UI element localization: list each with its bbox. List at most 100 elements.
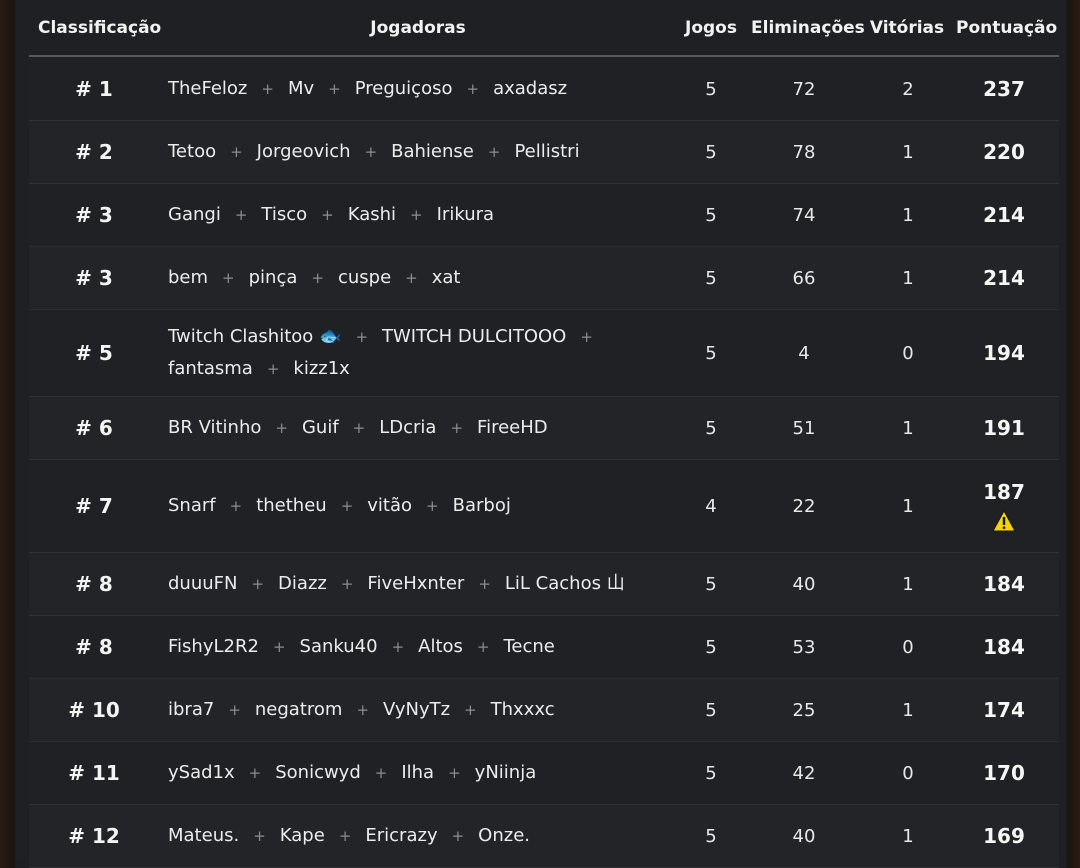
player-name: bem <box>168 267 209 288</box>
players-cell: Twitch Clashitoo 🐟 + TWITCH DULCITOOO + fant… <box>168 310 668 396</box>
player-name: FishyL2R2 <box>168 636 259 657</box>
games-cell: 5 <box>705 573 717 595</box>
plus-separator-icon: + <box>410 206 423 224</box>
player-name: TWITCH DULCITOOO <box>382 326 567 347</box>
players-cell: ibra7 + negatrom + VyNyTz + Thxxxc <box>168 679 668 741</box>
games-cell: 5 <box>705 78 717 100</box>
header-games[interactable]: Jogos <box>681 18 741 38</box>
wins-cell: 0 <box>902 636 914 658</box>
plus-separator-icon: + <box>338 827 352 845</box>
eliminations-cell: 42 <box>792 762 816 784</box>
table-row[interactable]: # 1 TheFeloz + Mv + Preguiçoso + axadasz 5 72 2 237 <box>29 58 1059 121</box>
games-cell: 5 <box>705 141 717 163</box>
player-name: Ericrazy <box>365 825 438 846</box>
table-row[interactable]: # 12 Mateus. + Kape + Ericrazy + Onze. 5 40 1 169 <box>29 805 1059 868</box>
player-name: VyNyTz <box>383 699 451 720</box>
player-name: fantasma <box>168 358 253 379</box>
points-value: 170 <box>983 761 1025 785</box>
eliminations-cell: 66 <box>792 267 816 289</box>
players-cell: Tetoo + Jorgeovich + Bahiense + Pellistri <box>168 121 668 183</box>
table-header: Classificação Jogadoras Jogos Eliminaçõe… <box>16 0 1066 56</box>
player-name: Sanku40 <box>299 636 378 657</box>
player-name: Sonicwyd <box>275 762 361 783</box>
player-name: duuuFN <box>168 573 238 594</box>
table-row[interactable]: # 2 Tetoo + Jorgeovich + Bahiense + Pellistri 5 7… <box>29 121 1059 184</box>
games-cell: 5 <box>705 267 717 289</box>
header-wins[interactable]: Vitórias <box>867 18 947 38</box>
table-row[interactable]: # 6 BR Vitinho + Guif + LDcria + FireeHD 5 51 1 191 <box>29 397 1059 460</box>
plus-separator-icon: + <box>355 328 369 346</box>
table-row[interactable]: # 5 Twitch Clashitoo 🐟 + TWITCH DULCITOOO + f… <box>29 310 1059 397</box>
player-name: Twitch Clashitoo 🐟 <box>168 326 342 347</box>
plus-separator-icon: + <box>448 764 461 782</box>
points-cell: 191 <box>961 397 1047 459</box>
table-row[interactable]: # 7 Snarf + thetheu + vitão + Barboj 4 22 1 187 <box>29 460 1059 553</box>
table-row[interactable]: # 3 bem + pinça + cuspe + xat 5 66 1 214 <box>29 247 1059 310</box>
plus-separator-icon: + <box>311 269 324 287</box>
player-name: xat <box>431 267 461 288</box>
table-row[interactable]: # 3 Gangi + Tisco + Kashi + Irikura 5 74 1 214 <box>29 184 1059 247</box>
player-name: Barboj <box>452 495 511 516</box>
players-cell: Gangi + Tisco + Kashi + Irikura <box>168 184 668 246</box>
wins-cell: 1 <box>902 204 914 226</box>
player-name: kizz1x <box>293 358 350 379</box>
plus-separator-icon: + <box>391 638 405 656</box>
player-name: Thxxxc <box>490 699 555 720</box>
player-name: ySad1x <box>168 762 235 783</box>
player-name: vitão <box>367 495 413 516</box>
plus-separator-icon: + <box>266 360 280 378</box>
player-name: Pellistri <box>514 141 580 162</box>
points-value: 194 <box>983 341 1025 365</box>
rank-cell: # 3 <box>75 266 113 290</box>
plus-separator-icon: + <box>248 764 262 782</box>
games-cell: 4 <box>705 495 717 517</box>
player-name: Mateus. <box>168 825 240 846</box>
player-name: LDcria <box>379 417 437 438</box>
header-rank[interactable]: Classificação <box>38 18 161 38</box>
warning-icon[interactable] <box>992 510 1016 532</box>
players-cell: TheFeloz + Mv + Preguiçoso + axadasz <box>168 58 668 120</box>
eliminations-cell: 72 <box>792 78 816 100</box>
games-cell: 5 <box>705 699 717 721</box>
plus-separator-icon: + <box>451 827 465 845</box>
rank-cell: # 2 <box>75 140 113 164</box>
plus-separator-icon: + <box>340 575 354 593</box>
players-cell: FishyL2R2 + Sanku40 + Altos + Tecne <box>168 616 668 678</box>
header-players[interactable]: Jogadoras <box>318 18 518 38</box>
players-cell: ySad1x + Sonicwyd + Ilha + yNiinja <box>168 742 668 804</box>
plus-separator-icon: + <box>364 143 378 161</box>
points-value: 214 <box>983 266 1025 290</box>
points-value: 174 <box>983 698 1025 722</box>
players-cell: bem + pinça + cuspe + xat <box>168 247 668 309</box>
table-row[interactable]: # 8 duuuFN + Diazz + FiveHxnter + LiL Cachos 山 5… <box>29 553 1059 616</box>
points-value: 184 <box>983 572 1025 596</box>
header-points[interactable]: Pontuação <box>956 18 1057 38</box>
eliminations-cell: 25 <box>792 699 816 721</box>
table-row[interactable]: # 10 ibra7 + negatrom + VyNyTz + Thxxxc 5 25 1 174 <box>29 679 1059 742</box>
player-name: Kashi <box>347 204 397 225</box>
games-cell: 5 <box>705 636 717 658</box>
header-eliminations[interactable]: Eliminações <box>751 18 865 38</box>
plus-separator-icon: + <box>580 328 593 346</box>
player-name: Ilha <box>401 762 435 783</box>
plus-separator-icon: + <box>426 497 439 515</box>
plus-separator-icon: + <box>228 701 241 719</box>
wins-cell: 1 <box>902 495 914 517</box>
player-name: BR Vitinho <box>168 417 262 438</box>
eliminations-cell: 40 <box>792 573 816 595</box>
plus-separator-icon: + <box>374 764 388 782</box>
plus-separator-icon: + <box>328 80 341 98</box>
plus-separator-icon: + <box>476 638 490 656</box>
rank-cell: # 6 <box>75 416 113 440</box>
table-row[interactable]: # 11 ySad1x + Sonicwyd + Ilha + yNiinja 5 42 0 170 <box>29 742 1059 805</box>
plus-separator-icon: + <box>229 497 243 515</box>
player-name: yNiinja <box>474 762 537 783</box>
wins-cell: 1 <box>902 141 914 163</box>
player-name: Diazz <box>278 573 327 594</box>
points-value: 220 <box>983 140 1025 164</box>
eliminations-cell: 51 <box>792 417 816 439</box>
points-cell: 187 <box>961 460 1047 552</box>
table-row[interactable]: # 8 FishyL2R2 + Sanku40 + Altos + Tecne 5 53 0 184 <box>29 616 1059 679</box>
eliminations-cell: 4 <box>798 342 810 364</box>
player-name: negatrom <box>254 699 343 720</box>
